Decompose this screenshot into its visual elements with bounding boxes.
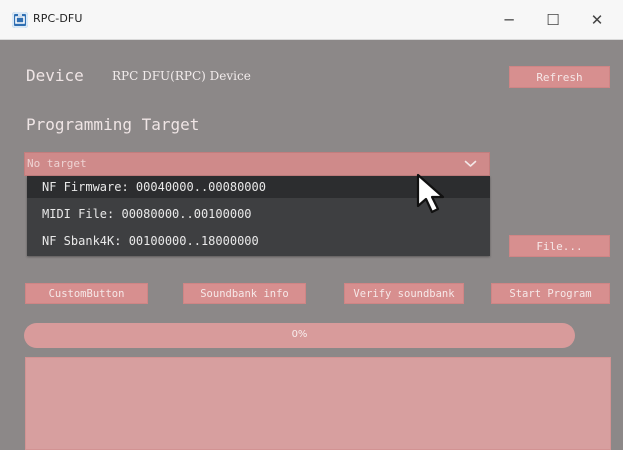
file-button[interactable]: File...	[509, 235, 610, 257]
device-name: RPC DFU(RPC) Device	[112, 69, 251, 83]
app-icon	[12, 12, 28, 28]
log-output[interactable]	[25, 357, 611, 450]
window-title: RPC-DFU	[33, 12, 83, 25]
minimize-icon: ─	[504, 11, 514, 29]
progress-bar: 0%	[24, 323, 575, 348]
close-icon: ✕	[590, 11, 604, 29]
refresh-button[interactable]: Refresh	[509, 66, 610, 88]
minimize-button[interactable]: ─	[488, 0, 530, 40]
progress-text: 0%	[291, 329, 308, 340]
target-option-nf-sbank4k[interactable]: NF Sbank4K: 00100000..18000000	[27, 230, 490, 252]
close-button[interactable]: ✕	[576, 0, 618, 40]
start-program-button[interactable]: Start Program	[491, 283, 610, 304]
verify-soundbank-button[interactable]: Verify soundbank	[344, 283, 464, 304]
programming-target-label: Programming Target	[26, 115, 200, 134]
programming-target-selected: No target	[27, 157, 87, 170]
device-label: Device	[26, 66, 84, 85]
mouse-pointer-icon	[416, 173, 445, 214]
maximize-icon: ☐	[546, 11, 560, 29]
title-bar: RPC-DFU ─ ☐ ✕	[0, 0, 623, 40]
soundbank-info-button[interactable]: Soundbank info	[183, 283, 306, 304]
maximize-button[interactable]: ☐	[532, 0, 574, 40]
custom-button[interactable]: CustomButton	[25, 283, 148, 304]
chevron-down-icon	[464, 160, 477, 167]
rpc-dfu-window: RPC-DFU ─ ☐ ✕ Device RPC DFU(RPC) Device…	[0, 0, 623, 450]
app-icon-glyph	[15, 14, 25, 24]
